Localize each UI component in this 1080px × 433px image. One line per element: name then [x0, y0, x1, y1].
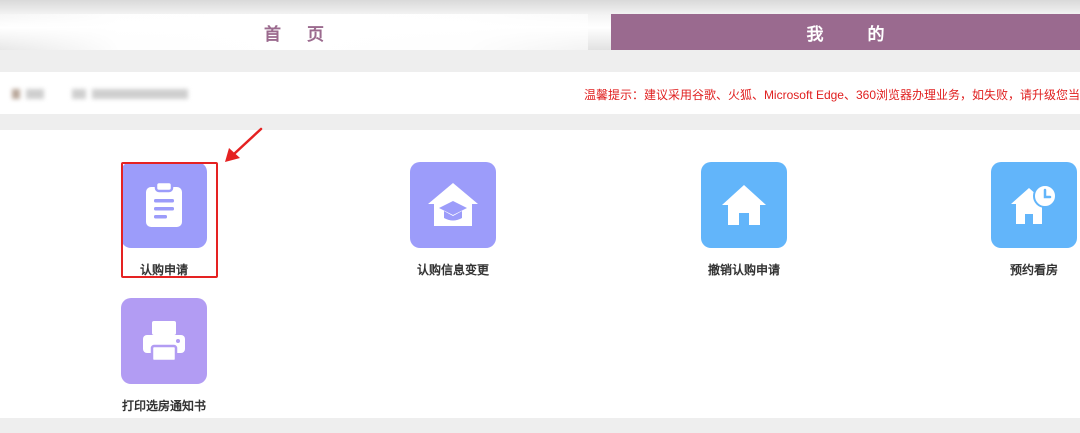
- highlight-box: [121, 162, 218, 278]
- tile-icon-box: [121, 298, 207, 384]
- tile-label: 打印选房通知书: [121, 399, 206, 413]
- browser-notice: 温馨提示：建议采用谷歌、火狐、Microsoft Edge、360浏览器办理业务…: [583, 88, 1080, 102]
- tile-label: 预约看房: [1009, 263, 1058, 277]
- red-arrow-icon: [225, 127, 263, 162]
- tile-label: 撤销认购申请: [707, 263, 780, 277]
- nav-tab-mine[interactable]: 我的: [611, 14, 1080, 50]
- house-graduation-cap-icon: [428, 183, 478, 226]
- tile-print-notice[interactable]: 打印选房通知书: [89, 298, 239, 414]
- tile-icon-box: [410, 162, 496, 248]
- house-clock-icon: [1011, 184, 1057, 224]
- tile-cancel-subscription[interactable]: 撤销认购申请: [669, 162, 819, 278]
- nav-tab-mine-label: 我的: [806, 24, 929, 44]
- tile-subscription-change[interactable]: 认购信息变更: [378, 162, 528, 278]
- tile-book-viewing[interactable]: 预约看房: [959, 162, 1080, 278]
- house-icon: [722, 185, 766, 225]
- tile-icon-box: [991, 162, 1077, 248]
- tile-label: 认购信息变更: [416, 263, 489, 277]
- printer-icon: [143, 321, 185, 363]
- tile-icon-box: [701, 162, 787, 248]
